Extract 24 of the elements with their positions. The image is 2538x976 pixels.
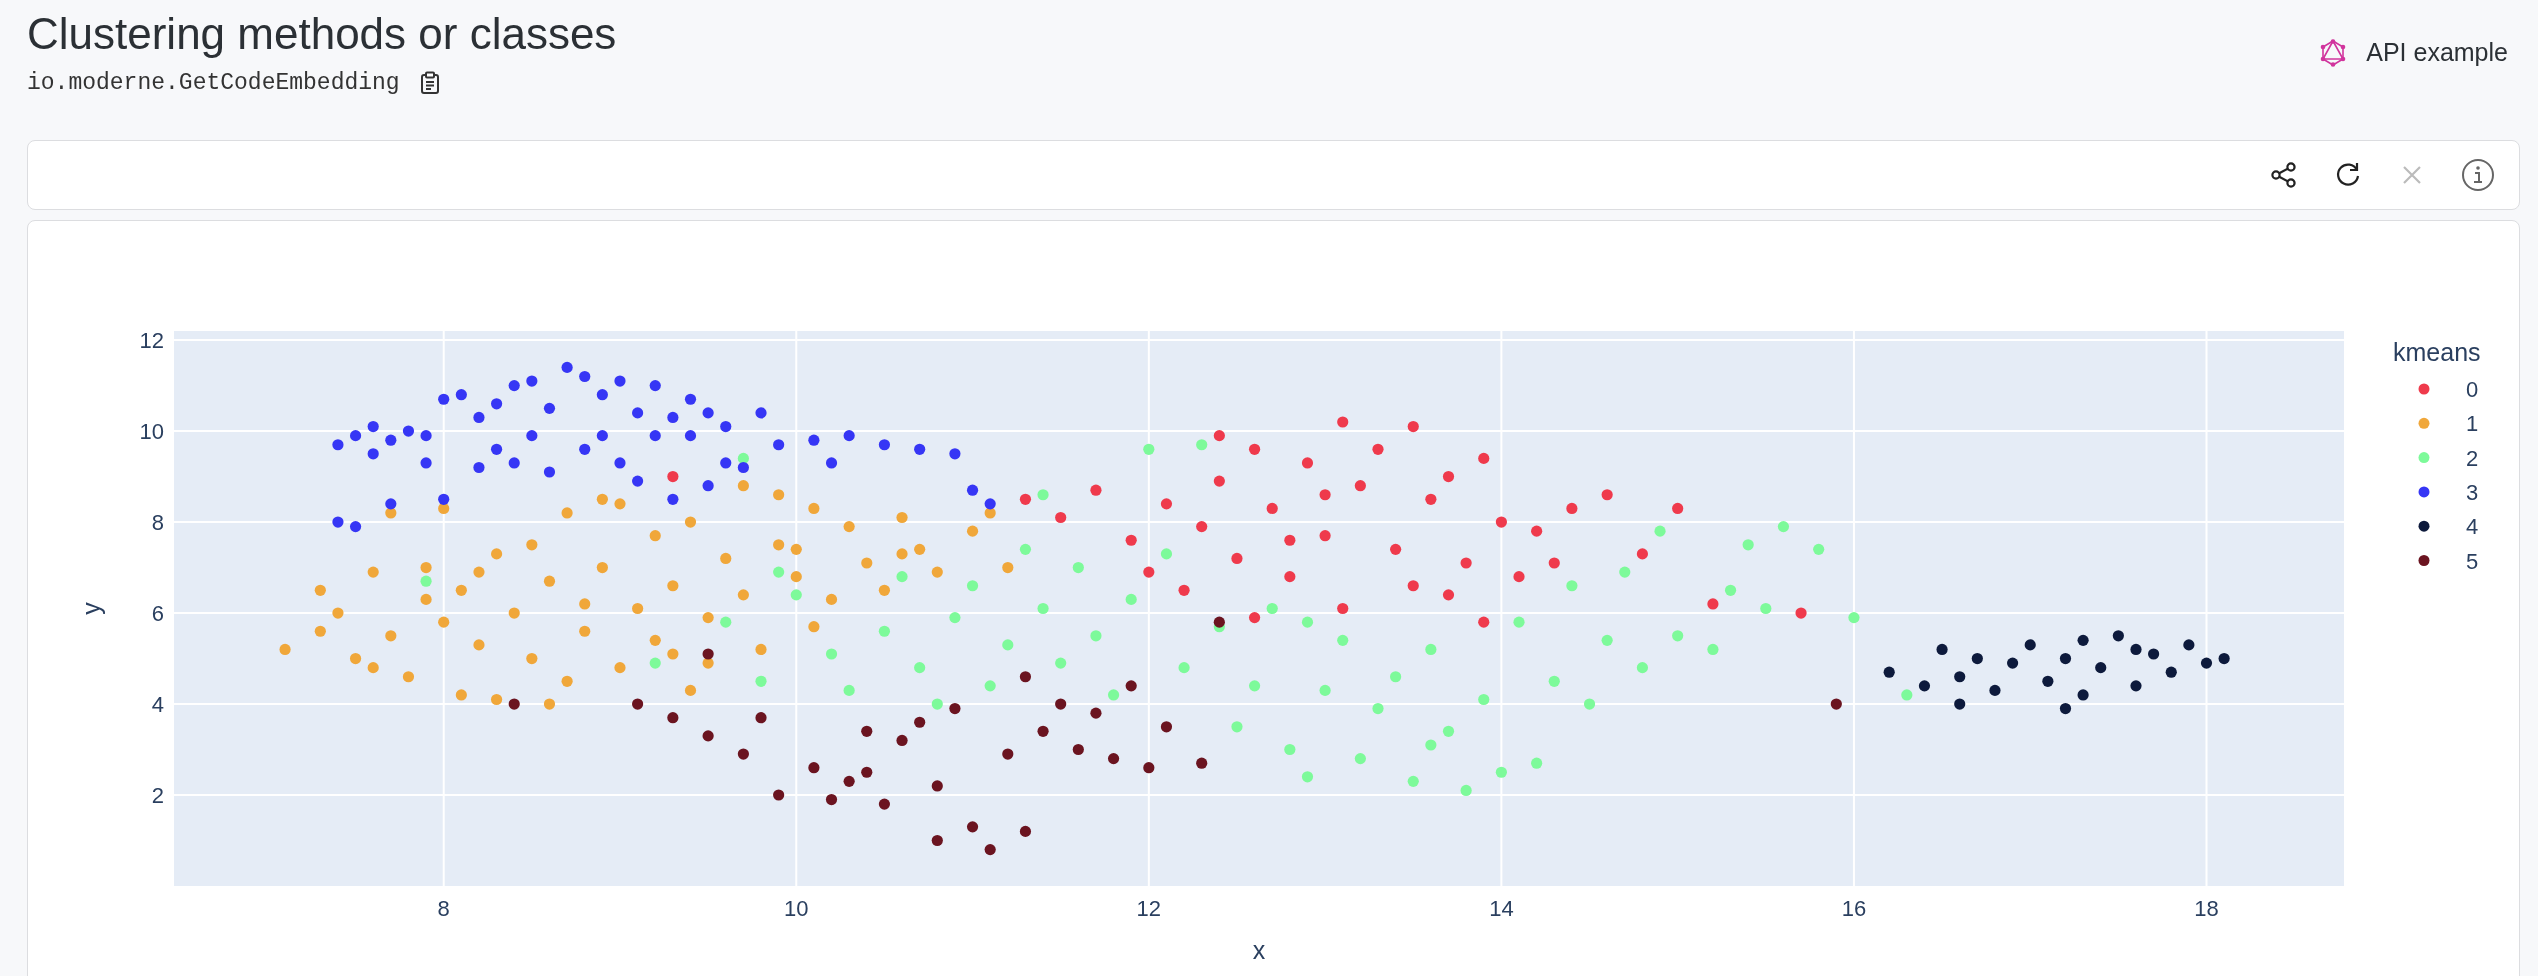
y-tick-label: 8: [151, 510, 164, 536]
legend-label[interactable]: 3: [2466, 479, 2479, 505]
x-tick-label: 10: [784, 896, 809, 921]
x-axis-title: x: [1252, 936, 1266, 964]
legend-label[interactable]: 1: [2466, 411, 2479, 437]
y-axis-title: y: [77, 602, 105, 615]
class-name: io.moderne.GetCodeEmbedding: [27, 70, 400, 96]
x-tick-label: 12: [1136, 896, 1162, 921]
y-tick-label: 10: [139, 419, 164, 445]
x-tick-label: 18: [2194, 896, 2219, 921]
legend-label[interactable]: 0: [2466, 377, 2479, 402]
api-example-link[interactable]: API example: [2320, 38, 2508, 67]
y-tick-label: 4: [151, 692, 164, 718]
legend-label[interactable]: 4: [2466, 514, 2479, 540]
legend-label[interactable]: 5: [2466, 548, 2479, 574]
legend-label[interactable]: 2: [2466, 445, 2479, 471]
x-tick-label: 8: [437, 896, 450, 921]
x-tick-label: 14: [1489, 896, 1514, 921]
legend-title: kmeans: [2393, 338, 2481, 366]
page-title: Clustering methods or classes: [27, 8, 617, 60]
y-tick-label: 12: [139, 328, 164, 354]
y-tick-label: 6: [151, 601, 164, 627]
y-tick-label: 2: [151, 783, 164, 808]
x-tick-label: 16: [1841, 896, 1867, 921]
